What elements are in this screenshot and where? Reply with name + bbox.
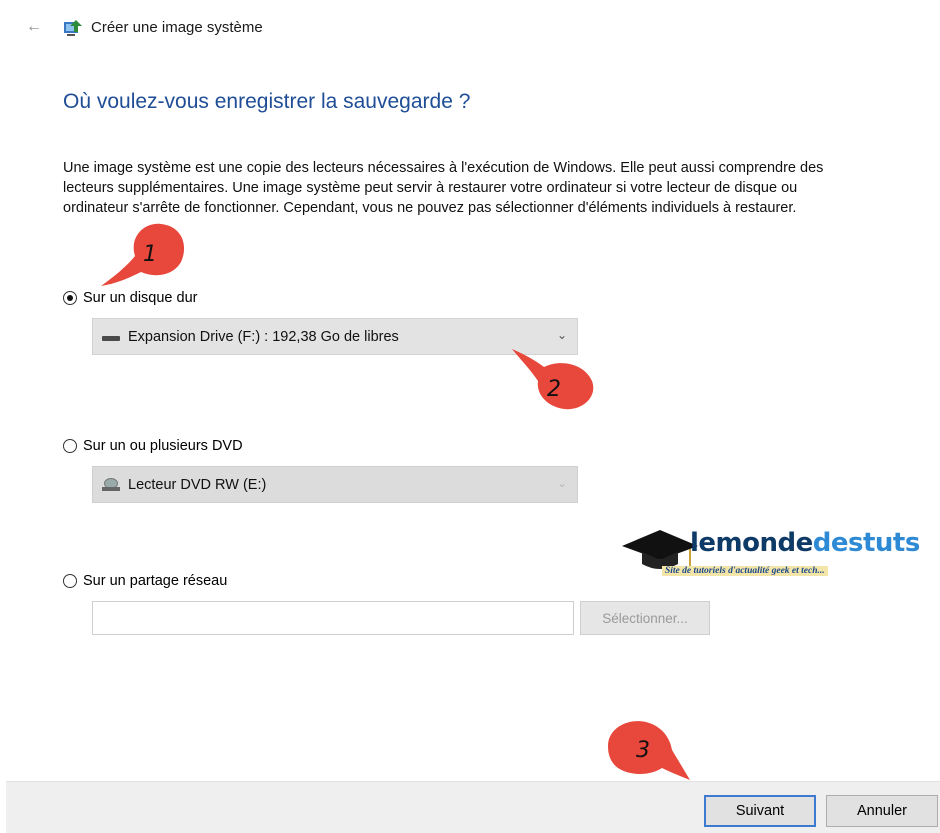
- radio-option-network[interactable]: Sur un partage réseau: [63, 573, 227, 589]
- radio-label-hard-disk: Sur un disque dur: [83, 290, 198, 306]
- dvd-dropdown[interactable]: Lecteur DVD RW (E:) ⌄: [92, 466, 578, 503]
- page-heading: Où voulez-vous enregistrer la sauvegarde…: [63, 90, 471, 113]
- description-text: Une image système est une copie des lect…: [63, 160, 824, 216]
- chevron-down-icon: ⌄: [556, 476, 567, 490]
- system-image-icon: [64, 20, 82, 36]
- radio-button-hard-disk[interactable]: [63, 291, 77, 305]
- hard-drive-icon: [102, 330, 122, 344]
- back-arrow-icon[interactable]: ←: [26, 18, 42, 36]
- hard-disk-dropdown-value: Expansion Drive (F:) : 192,38 Go de libr…: [128, 328, 399, 345]
- select-network-button[interactable]: Sélectionner...: [580, 601, 710, 635]
- annotation-number-1: 1: [143, 242, 157, 267]
- radio-option-hard-disk[interactable]: Sur un disque dur: [63, 290, 197, 306]
- radio-label-network: Sur un partage réseau: [83, 573, 228, 589]
- next-button[interactable]: Suivant: [704, 795, 816, 827]
- watermark-name-part1: lemonde: [690, 528, 813, 558]
- radio-button-dvd[interactable]: [63, 439, 77, 453]
- annotation-number-3: 3: [636, 738, 650, 763]
- hard-disk-dropdown[interactable]: Expansion Drive (F:) : 192,38 Go de libr…: [92, 318, 578, 355]
- dvd-dropdown-value: Lecteur DVD RW (E:): [128, 476, 267, 493]
- radio-label-dvd: Sur un ou plusieurs DVD: [83, 438, 243, 454]
- watermark-logo: lemondedestuts Site de tutoriels d'actua…: [620, 520, 920, 590]
- annotation-number-2: 2: [547, 377, 561, 402]
- chevron-down-icon: ⌄: [556, 328, 567, 342]
- watermark-tagline: Site de tutoriels d'actualité geek et te…: [662, 566, 828, 576]
- network-path-input[interactable]: [92, 601, 574, 635]
- window-title: Créer une image système: [91, 19, 263, 36]
- radio-button-network[interactable]: [63, 574, 77, 588]
- watermark-name-part2: destuts: [812, 528, 921, 558]
- dvd-drive-icon: [102, 477, 122, 492]
- radio-option-dvd[interactable]: Sur un ou plusieurs DVD: [63, 438, 243, 454]
- cancel-button[interactable]: Annuler: [826, 795, 938, 827]
